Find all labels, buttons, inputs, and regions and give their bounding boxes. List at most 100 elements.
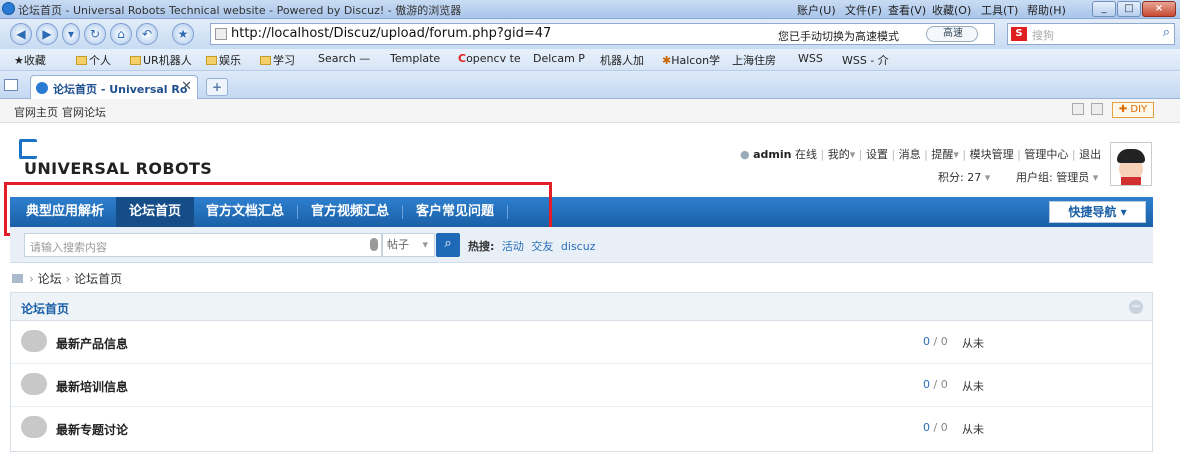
collapse-icon[interactable]: − (1129, 300, 1143, 314)
avatar[interactable] (1110, 142, 1152, 186)
opencv-icon: C (458, 52, 467, 65)
web-search-box[interactable]: S 搜狗 ⌕ (1007, 23, 1175, 45)
forum-counts: 0 / 0 (923, 421, 948, 434)
menu-account[interactable]: 账户(U) (797, 2, 836, 18)
bookmark-link[interactable]: WSS (798, 52, 823, 65)
new-tab-button[interactable]: + (206, 78, 228, 96)
forum-name[interactable]: 最新专题讨论 (56, 421, 128, 438)
bookmark-link[interactable]: Delcam P (533, 52, 585, 65)
online-status: 在线 (794, 148, 817, 161)
forum-row: 最新产品信息 0 / 0 从未 (11, 321, 1152, 364)
bookmark-link[interactable]: WSS - 介 (842, 52, 889, 68)
user-info: ● admin 在线 | 我的▾ | 设置 | 消息 | 提醒▾ | 模块管理 … (740, 148, 1102, 161)
board-header: 论坛首页 − (11, 293, 1152, 321)
bookmark-folder[interactable]: 娱乐 (206, 52, 241, 68)
window-title: 论坛首页 - Universal Robots Technical websit… (18, 4, 462, 17)
nav-forum-home[interactable]: 论坛首页 (116, 197, 194, 227)
hot-search-link[interactable]: 活动 (502, 240, 524, 253)
minimize-button[interactable]: _ (1092, 1, 1116, 17)
forum-name[interactable]: 最新产品信息 (56, 335, 128, 352)
home-icon[interactable]: ⌂ (110, 23, 132, 45)
diy-button[interactable]: ✚ DIY (1112, 102, 1154, 118)
nav-videos[interactable]: 官方视频汇总 (298, 197, 402, 227)
menu-view[interactable]: 查看(V) (888, 2, 926, 18)
username-link[interactable]: admin (753, 148, 791, 161)
breadcrumb-forum[interactable]: 论坛 (38, 272, 62, 286)
bookmark-favorites[interactable]: ★收藏 (14, 52, 46, 68)
close-tab-icon[interactable]: ✕ (181, 79, 192, 94)
reminders-menu[interactable]: 提醒 (931, 148, 953, 161)
bookmark-folder[interactable]: 学习 (260, 52, 295, 68)
forum-row: 最新专题讨论 0 / 0 从未 (11, 407, 1152, 450)
bookmark-link[interactable]: 机器人加 (600, 52, 644, 68)
back-button[interactable]: ◀ (10, 23, 32, 45)
chevron-down-icon: ▾ (953, 148, 959, 161)
maximize-button[interactable]: □ (1117, 1, 1141, 17)
settings-link[interactable]: 设置 (866, 148, 888, 161)
favorite-star-icon[interactable]: ★ (172, 23, 194, 45)
nav-docs[interactable]: 官方文档汇总 (194, 197, 296, 227)
search-input[interactable]: 请输入搜索内容 (24, 233, 382, 257)
forum-board: 论坛首页 − 最新产品信息 0 / 0 从未 最新培训信息 0 / 0 从未 最… (10, 292, 1153, 452)
bookmark-link[interactable]: Copencv te (458, 52, 521, 65)
hot-search-link[interactable]: discuz (561, 240, 596, 253)
bookmark-link[interactable]: Search — (318, 52, 370, 65)
menu-file[interactable]: 文件(F) (845, 2, 882, 18)
user-group[interactable]: 用户组: 管理员 ▾ (1016, 169, 1098, 185)
nav-typical-apps[interactable]: 典型应用解析 (14, 197, 116, 227)
forum-counts: 0 / 0 (923, 335, 948, 348)
bookmark-link[interactable]: ✱Halcon学 (662, 52, 720, 68)
tab-bar: 论坛首页 - Universal Ro ✕ + (0, 71, 1180, 99)
forum-last-post: 从未 (962, 337, 984, 350)
quick-nav-button[interactable]: 快捷导航 ▾ (1049, 201, 1146, 223)
forward-button[interactable]: ▶ (36, 23, 58, 45)
board-title[interactable]: 论坛首页 (21, 300, 69, 317)
link-official-forum[interactable]: 官网论坛 (62, 104, 106, 120)
site-logo[interactable]: UNIVERSAL ROBOTS (12, 131, 212, 181)
logo-text: UNIVERSAL ROBOTS (24, 159, 213, 178)
search-button[interactable]: ⌕ (436, 233, 460, 257)
forum-name[interactable]: 最新培训信息 (56, 378, 128, 395)
nav-faq[interactable]: 客户常见问题 (403, 197, 507, 227)
hot-search-link[interactable]: 交友 (531, 240, 553, 253)
search-type-select[interactable]: 帖子 ▾ (382, 233, 435, 257)
hot-search: 热搜: 活动 交友 discuz (468, 240, 596, 253)
refresh-icon[interactable]: ↻ (84, 23, 106, 45)
menu-tools[interactable]: 工具(T) (981, 2, 1018, 18)
link-official-home[interactable]: 官网主页 (14, 104, 58, 120)
tab-forum-home[interactable]: 论坛首页 - Universal Ro ✕ (30, 75, 198, 99)
logout-link[interactable]: 退出 (1079, 148, 1101, 161)
microphone-icon[interactable] (370, 238, 378, 251)
page-favicon-icon (215, 28, 227, 40)
my-menu[interactable]: 我的 (828, 148, 850, 161)
collapse-icon[interactable] (1072, 103, 1084, 115)
module-manage-link[interactable]: 模块管理 (970, 148, 1014, 161)
menu-favorites[interactable]: 收藏(O) (932, 2, 971, 18)
sidebar-toggle-icon[interactable] (4, 79, 18, 91)
window-titlebar: 论坛首页 - Universal Robots Technical websit… (0, 0, 1180, 19)
forum-row: 最新培训信息 0 / 0 从未 (11, 364, 1152, 407)
bookmark-link[interactable]: Template (390, 52, 440, 65)
style-icon[interactable] (1091, 103, 1103, 115)
forum-bubble-icon (21, 373, 47, 395)
admin-center-link[interactable]: 管理中心 (1024, 148, 1068, 161)
bookmark-folder[interactable]: UR机器人 (130, 52, 192, 68)
chevron-down-icon: ▾ (1120, 205, 1127, 219)
address-bar[interactable]: http://localhost/Discuz/upload/forum.php… (210, 23, 995, 45)
chevron-down-icon: ▾ (849, 148, 856, 161)
breadcrumb-current: 论坛首页 (74, 272, 123, 286)
home-icon[interactable] (12, 274, 23, 283)
breadcrumb: › 论坛 › 论坛首页 (12, 270, 122, 287)
bookmark-folder[interactable]: 个人 (76, 52, 111, 68)
bookmark-link[interactable]: 上海住房 (732, 52, 776, 68)
user-points[interactable]: 积分: 27 ▾ (938, 169, 990, 185)
search-icon[interactable]: ⌕ (1163, 25, 1170, 40)
url-text[interactable]: http://localhost/Discuz/upload/forum.php… (231, 26, 551, 41)
close-window-button[interactable]: × (1142, 1, 1176, 17)
messages-link[interactable]: 消息 (899, 148, 921, 161)
history-dropdown-icon[interactable]: ▾ (62, 23, 80, 45)
undo-close-icon[interactable]: ↶ (136, 23, 158, 45)
menu-help[interactable]: 帮助(H) (1027, 2, 1066, 18)
mode-hint: 您已手动切换为高速模式 (778, 30, 899, 43)
speed-mode-button[interactable]: 高速 (926, 26, 978, 42)
